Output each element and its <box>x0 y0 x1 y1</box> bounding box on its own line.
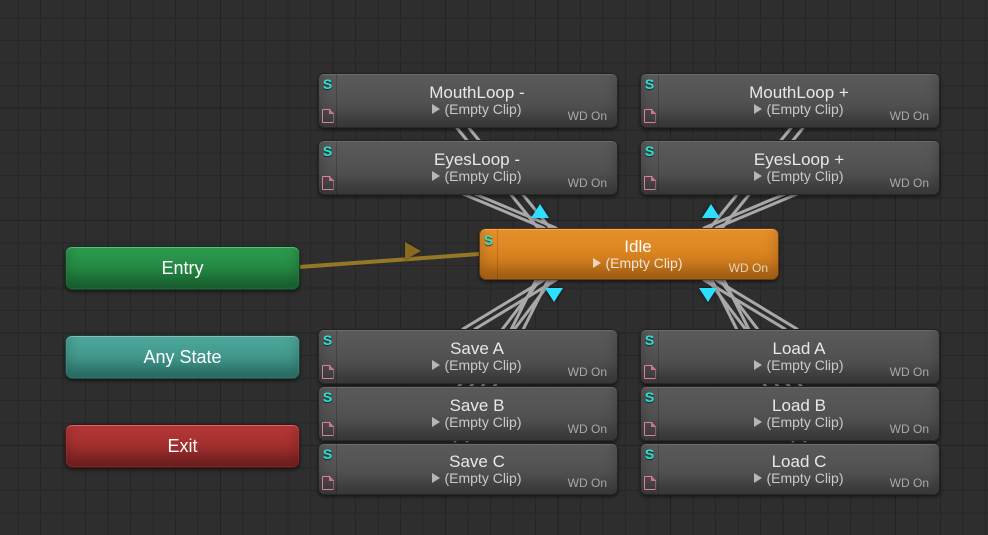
write-defaults-badge: WD On <box>890 176 929 190</box>
state-node-idle[interactable]: S Idle (Empty Clip) WD On <box>479 228 779 280</box>
write-defaults-badge: WD On <box>890 476 929 490</box>
state-clip-label: (Empty Clip) <box>432 470 521 486</box>
sync-marker-icon: S <box>645 390 654 404</box>
sync-marker-icon: S <box>480 229 498 279</box>
state-node-save-b[interactable]: S Save B(Empty Clip) WD On <box>318 386 618 441</box>
write-defaults-badge: WD On <box>729 261 768 275</box>
any-state-label: Any State <box>143 347 221 368</box>
play-icon <box>754 417 762 427</box>
motion-doc-icon <box>644 422 656 436</box>
play-icon <box>593 258 601 268</box>
transition-arrow-icon <box>545 288 563 302</box>
state-node-load-a[interactable]: S Load A(Empty Clip) WD On <box>640 329 940 384</box>
state-node-save-a[interactable]: S Save A(Empty Clip) WD On <box>318 329 618 384</box>
write-defaults-badge: WD On <box>890 365 929 379</box>
state-node-save-c[interactable]: S Save C(Empty Clip) WD On <box>318 443 618 495</box>
state-clip-label: (Empty Clip) <box>432 414 521 430</box>
motion-doc-icon <box>322 365 334 379</box>
exit-node[interactable]: Exit <box>65 424 300 468</box>
state-clip-label: (Empty Clip) <box>754 357 843 373</box>
state-clip-label: (Empty Clip) <box>754 168 843 184</box>
motion-doc-icon <box>644 176 656 190</box>
motion-doc-icon <box>322 176 334 190</box>
entry-label: Entry <box>161 258 203 279</box>
state-clip-label: (Empty Clip) <box>754 470 843 486</box>
state-title: Load A <box>773 340 826 357</box>
play-icon <box>432 473 440 483</box>
motion-doc-icon <box>322 422 334 436</box>
write-defaults-badge: WD On <box>568 422 607 436</box>
state-clip-label: (Empty Clip) <box>432 168 521 184</box>
sync-marker-icon: S <box>645 333 654 347</box>
sync-marker-icon: S <box>323 333 332 347</box>
any-state-node[interactable]: Any State <box>65 335 300 379</box>
transition-arrow-icon <box>531 204 549 218</box>
play-icon <box>754 104 762 114</box>
state-node-mouthloop-minus[interactable]: S MouthLoop -(Empty Clip) WD On <box>318 73 618 128</box>
sync-marker-icon: S <box>645 77 654 91</box>
state-title: Idle <box>624 238 651 255</box>
entry-node[interactable]: Entry <box>65 246 300 290</box>
motion-doc-icon <box>322 109 334 123</box>
state-title: MouthLoop - <box>429 84 524 101</box>
write-defaults-badge: WD On <box>568 365 607 379</box>
state-title: MouthLoop + <box>749 84 849 101</box>
exit-label: Exit <box>167 436 197 457</box>
state-title: Save C <box>449 453 505 470</box>
play-icon <box>754 171 762 181</box>
state-title: EyesLoop - <box>434 151 520 168</box>
play-icon <box>432 360 440 370</box>
write-defaults-badge: WD On <box>568 476 607 490</box>
sync-marker-icon: S <box>323 390 332 404</box>
state-node-eyesloop-minus[interactable]: S EyesLoop -(Empty Clip) WD On <box>318 140 618 195</box>
write-defaults-badge: WD On <box>890 422 929 436</box>
motion-doc-icon <box>644 109 656 123</box>
state-clip-label: (Empty Clip) <box>754 414 843 430</box>
sync-marker-icon: S <box>323 447 332 461</box>
entry-arrowhead-icon <box>405 242 421 260</box>
state-clip-label: (Empty Clip) <box>432 101 521 117</box>
state-node-load-c[interactable]: S Load C(Empty Clip) WD On <box>640 443 940 495</box>
sync-marker-icon: S <box>645 447 654 461</box>
state-node-eyesloop-plus[interactable]: S EyesLoop +(Empty Clip) WD On <box>640 140 940 195</box>
animator-graph-canvas[interactable]: Entry Any State Exit S Idle (Empty Clip)… <box>0 0 988 535</box>
write-defaults-badge: WD On <box>568 109 607 123</box>
play-icon <box>432 417 440 427</box>
motion-doc-icon <box>644 476 656 490</box>
state-title: Save A <box>450 340 504 357</box>
write-defaults-badge: WD On <box>568 176 607 190</box>
play-icon <box>754 360 762 370</box>
play-icon <box>432 104 440 114</box>
sync-marker-icon: S <box>323 144 332 158</box>
sync-marker-icon: S <box>323 77 332 91</box>
motion-doc-icon <box>644 365 656 379</box>
transition-arrow-icon <box>699 288 717 302</box>
write-defaults-badge: WD On <box>890 109 929 123</box>
state-clip-label: (Empty Clip) <box>593 255 682 271</box>
state-node-mouthloop-plus[interactable]: S MouthLoop +(Empty Clip) WD On <box>640 73 940 128</box>
state-node-load-b[interactable]: S Load B(Empty Clip) WD On <box>640 386 940 441</box>
motion-doc-icon <box>322 476 334 490</box>
state-title: EyesLoop + <box>754 151 844 168</box>
transition-arrow-icon <box>702 204 720 218</box>
state-title: Load B <box>772 397 826 414</box>
state-clip-label: (Empty Clip) <box>754 101 843 117</box>
state-clip-label: (Empty Clip) <box>432 357 521 373</box>
play-icon <box>432 171 440 181</box>
sync-marker-icon: S <box>645 144 654 158</box>
play-icon <box>754 473 762 483</box>
state-title: Save B <box>450 397 505 414</box>
state-title: Load C <box>772 453 827 470</box>
